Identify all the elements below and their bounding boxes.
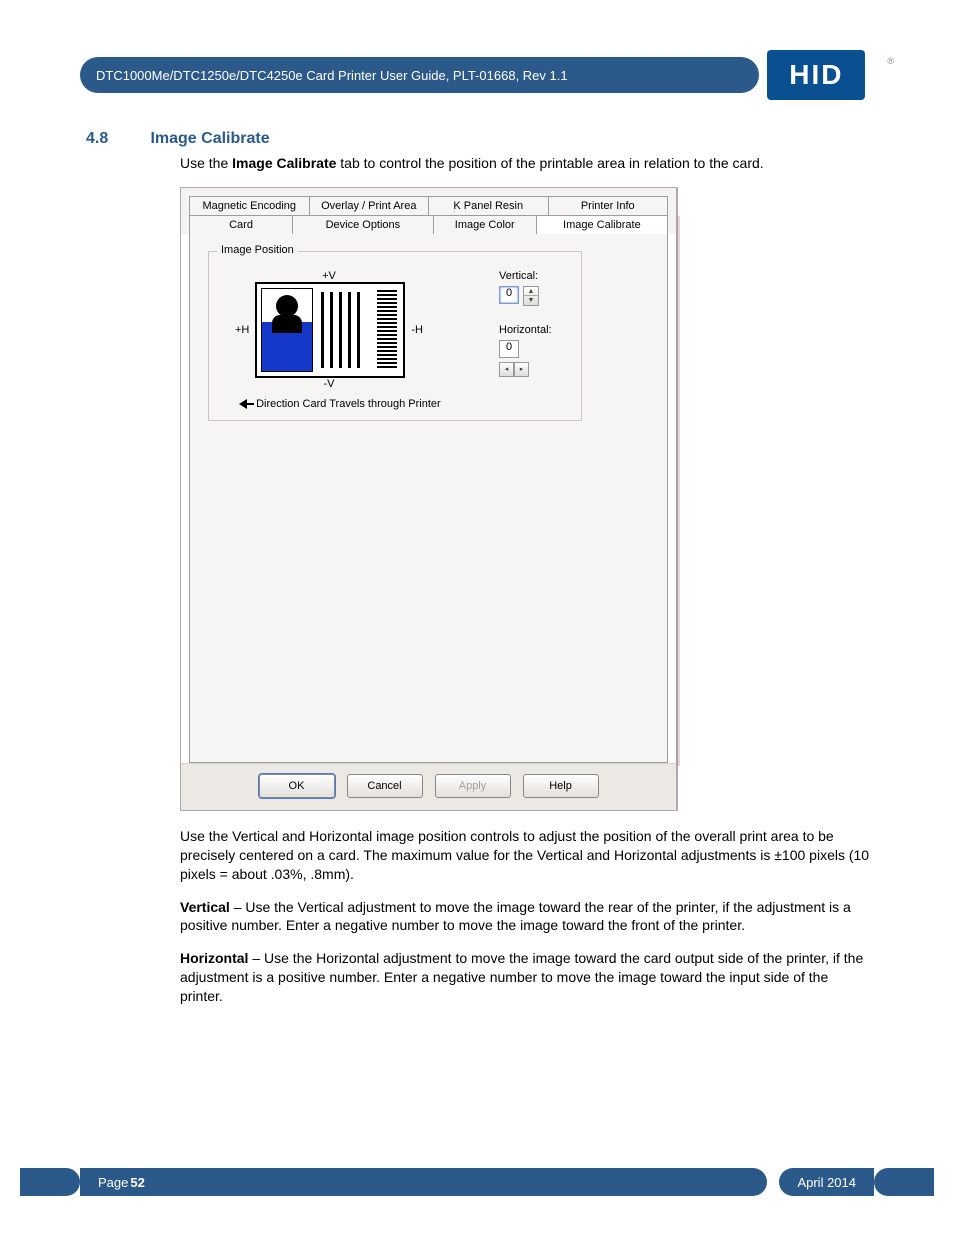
image-calibrate-dialog: Magnetic Encoding Overlay / Print Area K… [180, 187, 678, 811]
ok-button[interactable]: OK [259, 774, 335, 798]
portrait-icon [261, 288, 313, 372]
direction-caption: Direction Card Travels through Printer [239, 398, 443, 410]
group-title: Image Position [217, 244, 298, 256]
help-button[interactable]: Help [523, 774, 599, 798]
section-heading: 4.8 Image Calibrate [86, 130, 894, 148]
vertical-spinner[interactable]: ▲▼ [523, 286, 539, 306]
footer-date: April 2014 [779, 1168, 874, 1196]
hid-logo: HID [767, 50, 865, 100]
dialog-button-row: OK Cancel Apply Help [181, 763, 676, 810]
tab-overlay-print-area[interactable]: Overlay / Print Area [310, 196, 430, 215]
minus-v-label: -V [215, 378, 443, 390]
header-title: DTC1000Me/DTC1250e/DTC4250e Card Printer… [96, 68, 568, 83]
minus-h-label: -H [411, 324, 423, 336]
section-number: 4.8 [86, 130, 146, 148]
tab-card[interactable]: Card [189, 215, 293, 234]
page-header: DTC1000Me/DTC1250e/DTC4250e Card Printer… [60, 50, 894, 100]
footer-page: Page 52 [80, 1168, 767, 1196]
plus-h-label: +H [235, 324, 249, 336]
card-diagram [255, 282, 405, 378]
tab-k-panel-resin[interactable]: K Panel Resin [429, 196, 549, 215]
tab-magnetic-encoding[interactable]: Magnetic Encoding [189, 196, 310, 215]
plus-v-label: +V [215, 270, 443, 282]
page-footer: Page 52 April 2014 [20, 1167, 934, 1197]
vertical-label: Vertical: [499, 270, 552, 282]
dialog-tabs: Magnetic Encoding Overlay / Print Area K… [181, 188, 676, 234]
cancel-button[interactable]: Cancel [347, 774, 423, 798]
horizontal-input[interactable]: 0 [499, 340, 519, 358]
apply-button[interactable]: Apply [435, 774, 511, 798]
horizontal-spinner[interactable]: ◂▸ [499, 362, 552, 377]
paragraph-horizontal: Horizontal – Use the Horizontal adjustme… [180, 949, 874, 1006]
tab-image-calibrate[interactable]: Image Calibrate [537, 215, 668, 234]
tab-image-color[interactable]: Image Color [434, 215, 537, 234]
arrow-left-icon [239, 399, 253, 409]
intro-paragraph: Use the Image Calibrate tab to control t… [180, 154, 874, 173]
vertical-input[interactable]: 0 [499, 286, 519, 304]
tab-device-options[interactable]: Device Options [293, 215, 434, 234]
tab-printer-info[interactable]: Printer Info [549, 196, 669, 215]
paragraph-vertical: Vertical – Use the Vertical adjustment t… [180, 898, 874, 936]
image-position-group: Image Position +V +H [208, 251, 582, 421]
tab-panel: Image Position +V +H [189, 233, 668, 763]
card-text-lines [317, 284, 377, 376]
barcode-icon [377, 290, 397, 370]
horizontal-label: Horizontal: [499, 324, 552, 336]
paragraph-description: Use the Vertical and Horizontal image po… [180, 827, 874, 884]
header-title-bar: DTC1000Me/DTC1250e/DTC4250e Card Printer… [80, 57, 759, 93]
registered-mark: ® [887, 56, 894, 66]
section-title-text: Image Calibrate [150, 130, 269, 147]
